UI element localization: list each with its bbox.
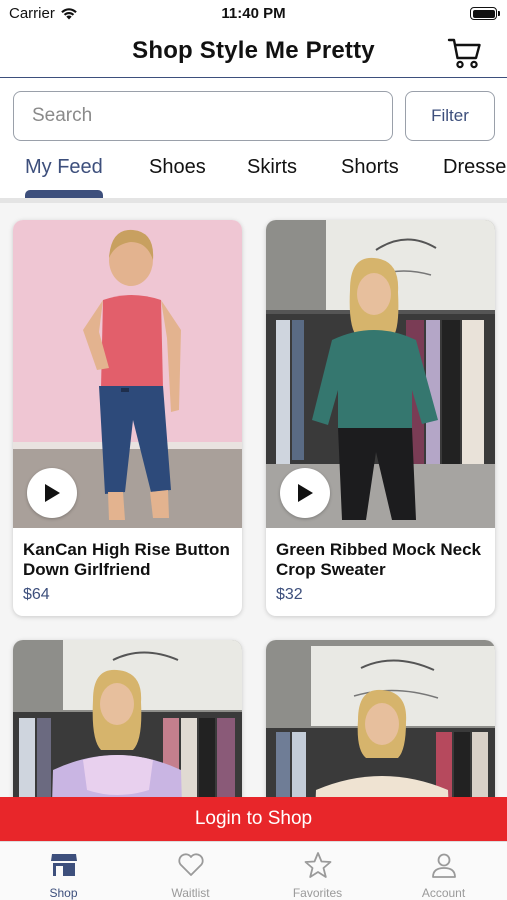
product-price: $64 [23, 586, 50, 603]
star-icon [304, 852, 331, 878]
product-photo [266, 640, 495, 798]
status-bar: Carrier 11:40 PM [0, 0, 507, 28]
tab-bar-label: Account [421, 886, 466, 900]
product-card[interactable] [266, 640, 495, 798]
tab-skirts[interactable]: Skirts [247, 156, 297, 179]
product-image[interactable] [266, 640, 495, 798]
product-price: $32 [276, 586, 303, 603]
product-photo [13, 640, 242, 798]
login-to-shop-button[interactable]: Login to Shop [0, 797, 507, 841]
status-time: 11:40 PM [221, 5, 286, 22]
tab-bar-favorites[interactable]: Favorites [254, 850, 381, 900]
tab-dresses[interactable]: Dresses [443, 156, 507, 179]
product-title[interactable]: Green Ribbed Mock Neck Crop Sweater [266, 528, 495, 580]
heart-icon [177, 853, 204, 876]
page-title: Shop Style Me Pretty [132, 37, 375, 64]
nav-bar: Shop Style Me Pretty [0, 28, 507, 78]
storefront-icon [50, 854, 77, 876]
product-card[interactable]: KanCan High Rise Button Down Girlfriend … [13, 220, 242, 616]
tab-bar-label: Waitlist [171, 886, 210, 900]
filter-button[interactable]: Filter [405, 91, 495, 141]
product-image[interactable] [13, 640, 242, 798]
cart-icon[interactable] [447, 36, 483, 70]
category-tabs: My Feed Shoes Skirts Shorts Dresses [0, 150, 507, 200]
tab-bar-account[interactable]: Account [380, 850, 507, 900]
product-card[interactable]: Green Ribbed Mock Neck Crop Sweater $32 [266, 220, 495, 616]
product-card[interactable] [13, 640, 242, 798]
tab-shoes[interactable]: Shoes [149, 156, 206, 179]
search-input[interactable] [13, 91, 393, 141]
bottom-tab-bar: Shop Waitlist Favorites Account [0, 841, 507, 900]
tab-bar-waitlist[interactable]: Waitlist [127, 850, 254, 900]
play-icon [45, 484, 60, 502]
play-icon [298, 484, 313, 502]
tab-bar-label: Favorites [292, 886, 343, 900]
play-video-button[interactable] [27, 468, 77, 518]
play-video-button[interactable] [280, 468, 330, 518]
battery-icon [470, 7, 500, 20]
product-image[interactable] [266, 220, 495, 528]
search-row: Filter [13, 91, 495, 141]
tab-my-feed[interactable]: My Feed [25, 156, 103, 179]
tab-bar-shop[interactable]: Shop [0, 850, 127, 900]
product-title[interactable]: KanCan High Rise Button Down Girlfriend [13, 528, 242, 580]
tab-bar-label: Shop [49, 886, 78, 900]
person-icon [431, 853, 456, 878]
product-image[interactable] [13, 220, 242, 528]
tab-shorts[interactable]: Shorts [341, 156, 399, 179]
product-feed[interactable]: KanCan High Rise Button Down Girlfriend … [0, 203, 507, 798]
